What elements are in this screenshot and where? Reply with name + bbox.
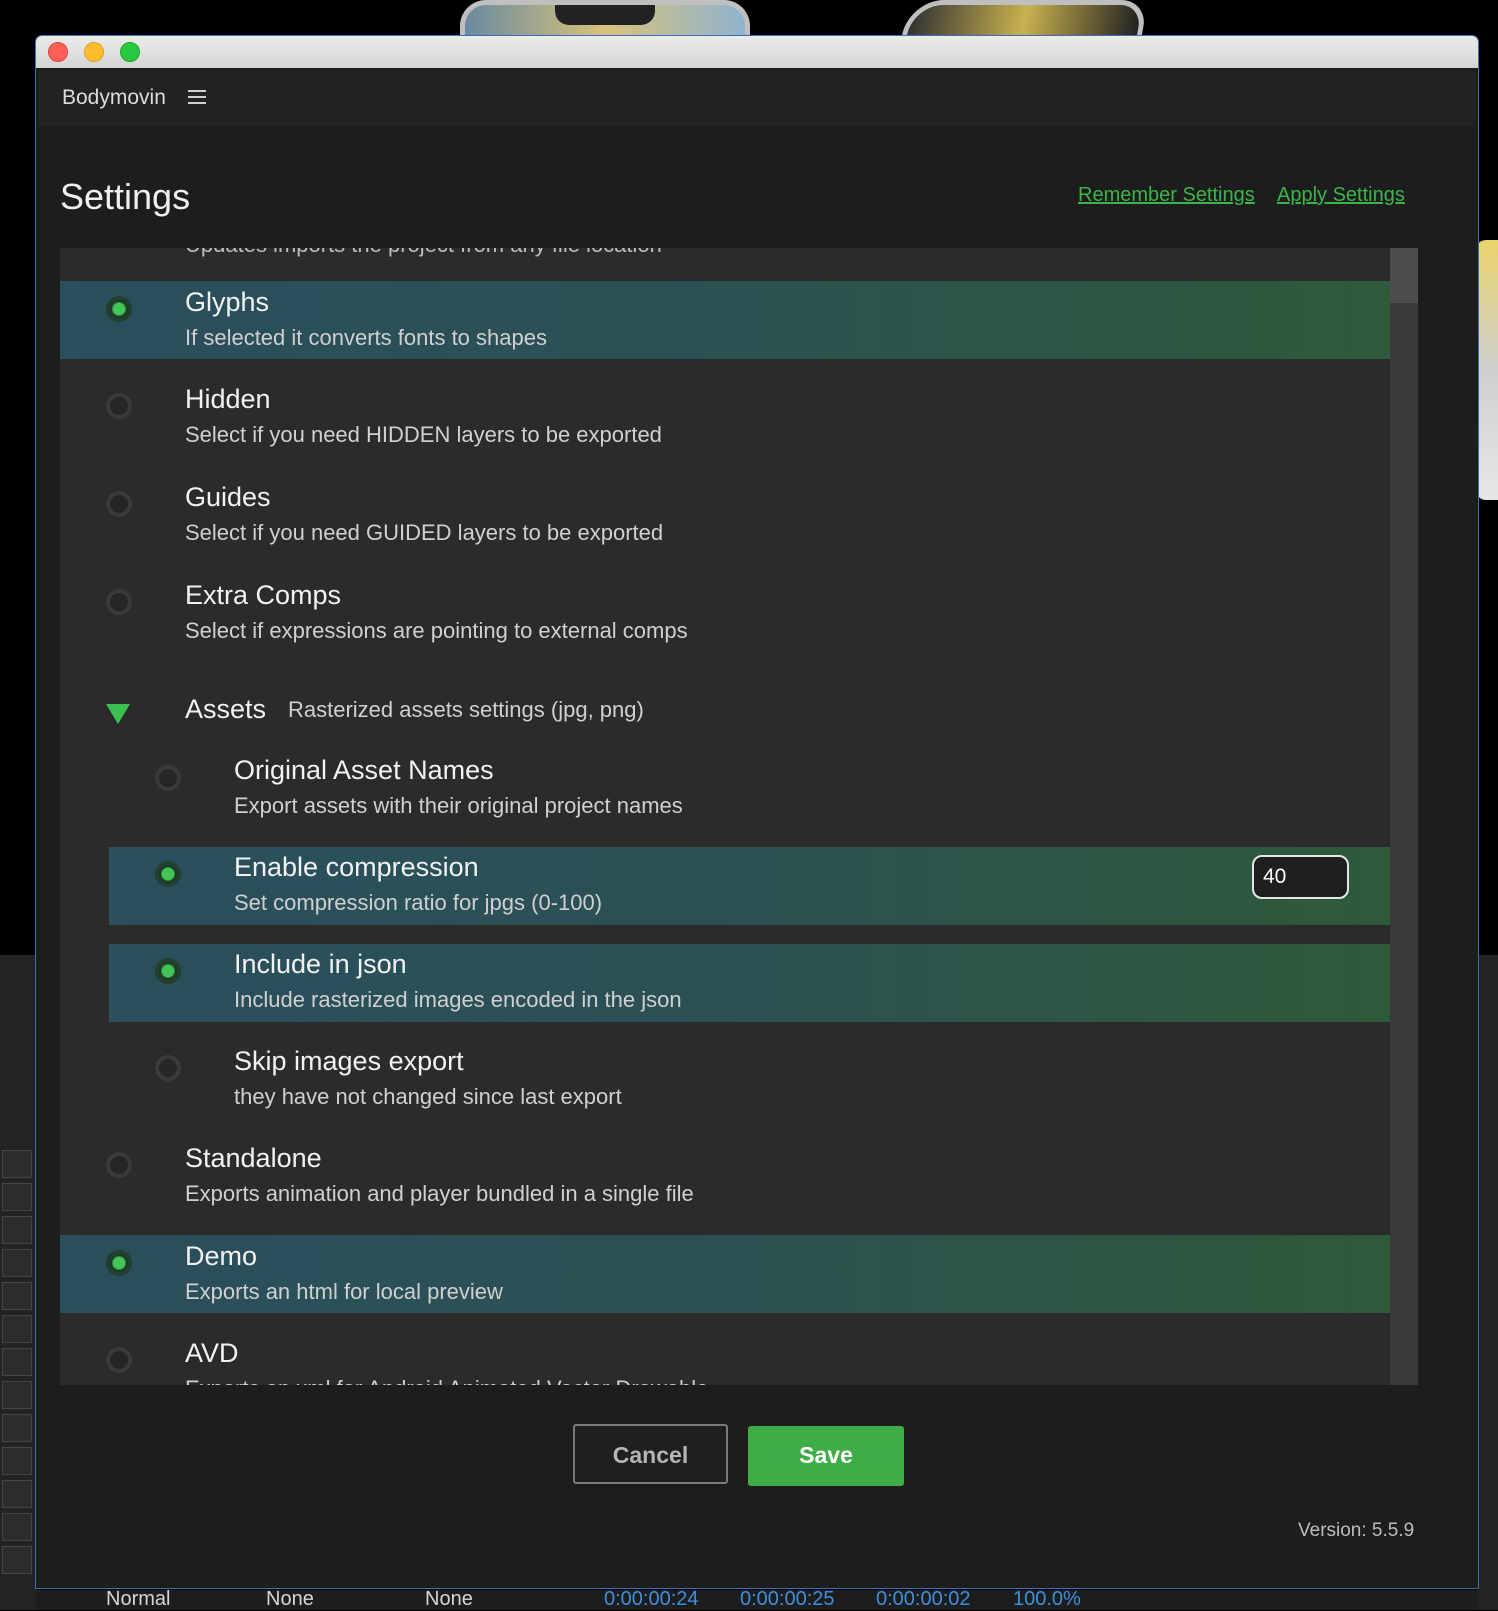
- background-phone-image-2: [901, 0, 1149, 36]
- setting-hidden[interactable]: Hidden Select if you need HIDDEN layers …: [60, 379, 1390, 457]
- setting-extra-comps[interactable]: Extra Comps Select if expressions are po…: [60, 575, 1390, 653]
- title-bar: [36, 36, 1478, 68]
- setting-title: Glyphs: [185, 287, 270, 317]
- layer-switch-cell: [2, 1414, 32, 1442]
- group-description: Rasterized assets settings (jpg, png): [288, 697, 644, 722]
- setting-include-in-json[interactable]: Include in json Include rasterized image…: [109, 944, 1390, 1022]
- setting-title: Standalone: [185, 1143, 322, 1173]
- setting-description: Select if expressions are pointing to ex…: [185, 618, 688, 643]
- setting-description: Exports animation and player bundled in …: [185, 1181, 694, 1206]
- setting-guides[interactable]: Guides Select if you need GUIDED layers …: [60, 477, 1390, 555]
- background-layer-bar: Normal None None 0:00:00:24 0:00:00:25 0…: [36, 1588, 1478, 1611]
- setting-title: Extra Comps: [185, 580, 342, 610]
- blend-mode-dropdown[interactable]: Normal: [106, 1588, 170, 1611]
- radio-on-icon[interactable]: [155, 958, 181, 984]
- compression-ratio-input[interactable]: 40: [1252, 855, 1349, 899]
- radio-off-icon[interactable]: [106, 491, 132, 517]
- duration-readout[interactable]: 0:00:00:02: [876, 1588, 971, 1611]
- setting-description: If selected it converts fonts to shapes: [185, 325, 547, 350]
- stretch-readout[interactable]: 100.0%: [1013, 1588, 1081, 1611]
- setting-avd[interactable]: AVD Exports an xml for Android Animated …: [60, 1333, 1390, 1385]
- setting-description: they have not changed since last export: [234, 1084, 622, 1109]
- setting-title: Skip images export: [234, 1046, 464, 1076]
- layer-switch-cell: [2, 1249, 32, 1277]
- layer-switch-cell: [2, 1150, 32, 1178]
- settings-scrollbar[interactable]: [1390, 248, 1418, 1385]
- background-phone-edge: [1476, 240, 1498, 500]
- radio-off-icon[interactable]: [155, 765, 181, 791]
- setting-enable-compression[interactable]: Enable compression Set compression ratio…: [109, 847, 1390, 925]
- bodymovin-window: Bodymovin Settings Remember Settings App…: [36, 36, 1478, 1588]
- setting-description: Include rasterized images encoded in the…: [234, 987, 682, 1012]
- radio-off-icon[interactable]: [106, 1347, 132, 1373]
- layer-switch-cell: [2, 1348, 32, 1376]
- radio-off-icon[interactable]: [106, 393, 132, 419]
- hamburger-menu-icon[interactable]: [188, 86, 206, 108]
- setting-title: Enable compression: [234, 852, 479, 882]
- app-header: Bodymovin: [38, 70, 1476, 126]
- apply-settings-link[interactable]: Apply Settings: [1277, 184, 1405, 207]
- setting-title: Original Asset Names: [234, 755, 494, 785]
- app-name: Bodymovin: [62, 86, 166, 109]
- radio-on-icon[interactable]: [155, 861, 181, 887]
- layer-switch-cell: [2, 1216, 32, 1244]
- layer-switch-cell: [2, 1480, 32, 1508]
- layer-switch-cell: [2, 1282, 32, 1310]
- track-matte-dropdown[interactable]: None: [266, 1588, 314, 1611]
- setting-description: Select if you need GUIDED layers to be e…: [185, 520, 664, 545]
- setting-title: Demo: [185, 1241, 258, 1271]
- expand-triangle-icon[interactable]: [106, 704, 130, 724]
- layer-switch-cell: [2, 1513, 32, 1541]
- page-title: Settings: [60, 176, 191, 217]
- radio-on-icon[interactable]: [106, 1250, 132, 1276]
- background-timeline-panel: [1478, 955, 1498, 1610]
- setting-description: Select if you need HIDDEN layers to be e…: [185, 422, 662, 447]
- settings-list: Updates imports the project from any fil…: [60, 248, 1390, 1385]
- setting-description: Exports an html for local preview: [185, 1279, 503, 1304]
- group-title: Assets: [185, 694, 267, 724]
- radio-off-icon[interactable]: [155, 1055, 181, 1081]
- setting-title: Include in json: [234, 949, 407, 979]
- cancel-button[interactable]: Cancel: [573, 1424, 728, 1484]
- setting-description: Export assets with their original projec…: [234, 793, 683, 818]
- setting-group-assets[interactable]: Assets Rasterized assets settings (jpg, …: [60, 688, 1390, 738]
- radio-off-icon[interactable]: [106, 1152, 132, 1178]
- radio-on-icon[interactable]: [106, 296, 132, 322]
- setting-description: Exports an xml for Android Animated Vect…: [185, 1376, 708, 1385]
- layer-switch-cell: [2, 1546, 32, 1574]
- time-out-readout[interactable]: 0:00:00:25: [740, 1588, 835, 1611]
- setting-title: Guides: [185, 482, 271, 512]
- setting-glyphs[interactable]: Glyphs If selected it converts fonts to …: [60, 281, 1390, 359]
- version-label: Version: 5.5.9: [1298, 1520, 1415, 1541]
- remember-settings-link[interactable]: Remember Settings: [1078, 184, 1255, 207]
- setting-standalone[interactable]: Standalone Exports animation and player …: [60, 1138, 1390, 1216]
- save-button[interactable]: Save: [748, 1426, 904, 1486]
- zoom-window-button[interactable]: [120, 42, 140, 62]
- parent-dropdown[interactable]: None: [425, 1588, 473, 1611]
- setting-description: Set compression ratio for jpgs (0-100): [234, 890, 603, 915]
- setting-skip-images-export[interactable]: Skip images export they have not changed…: [109, 1041, 1390, 1119]
- layer-switch-cell: [2, 1381, 32, 1409]
- layer-switch-cell: [2, 1315, 32, 1343]
- setting-original-asset-names[interactable]: Original Asset Names Export assets with …: [109, 751, 1390, 829]
- close-window-button[interactable]: [48, 42, 68, 62]
- setting-demo[interactable]: Demo Exports an html for local preview: [60, 1235, 1390, 1313]
- background-layers-panel: [0, 955, 36, 1610]
- scrollbar-thumb[interactable]: [1390, 248, 1418, 303]
- layer-switch-cell: [2, 1183, 32, 1211]
- minimize-window-button[interactable]: [84, 42, 104, 62]
- radio-off-icon[interactable]: [106, 589, 132, 615]
- clipped-previous-item-text: Updates imports the project from any fil…: [185, 248, 662, 258]
- time-in-readout[interactable]: 0:00:00:24: [604, 1588, 699, 1611]
- layer-switch-cell: [2, 1447, 32, 1475]
- setting-title: Hidden: [185, 384, 271, 414]
- setting-title: AVD: [185, 1338, 239, 1368]
- background-phone-image: [460, 0, 750, 36]
